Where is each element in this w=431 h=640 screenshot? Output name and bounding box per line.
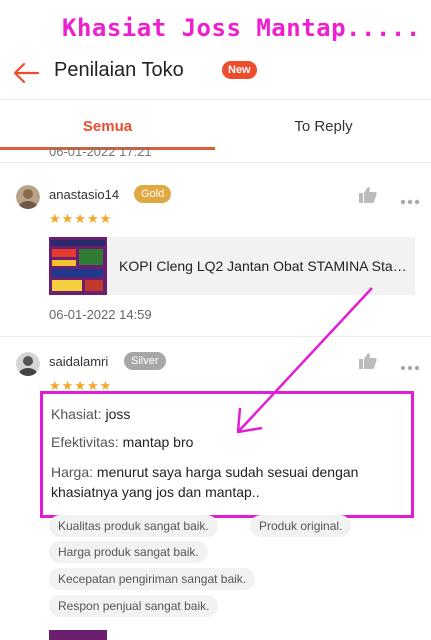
avatar-image: [16, 185, 40, 209]
avatar[interactable]: [16, 352, 40, 376]
more-dots-icon[interactable]: [400, 358, 420, 371]
arrow-left-icon: [13, 62, 40, 84]
more-dots-icon[interactable]: [400, 192, 420, 205]
product-card[interactable]: KOPI Cleng LQ2 Jantan Obat STAMINA Stami…: [49, 237, 415, 295]
review-tag: Kecepatan pengiriman sangat baik.: [49, 568, 256, 590]
field-value: mantap bro: [122, 434, 194, 450]
field-label: Harga:: [51, 464, 94, 480]
tier-badge: Gold: [134, 185, 172, 203]
avatar-image: [16, 352, 40, 376]
thumbs-up-icon[interactable]: [358, 185, 378, 205]
field-value: menurut saya harga sudah sesuai dengan k…: [51, 464, 359, 500]
banner-text: Khasiat Joss Mantap.....: [62, 14, 421, 42]
review-tag: Kualitas produk sangat baik.: [49, 515, 218, 537]
field-harga: Harga: menurut saya harga sudah sesuai d…: [51, 462, 407, 502]
back-button[interactable]: [10, 56, 44, 90]
review-tag: Respon penjual sangat baik.: [49, 595, 219, 617]
divider: [0, 162, 431, 163]
app-header: Penilaian Toko New: [0, 48, 431, 100]
tier-badge: Silver: [124, 352, 166, 370]
star-rating: ★★★★★: [49, 211, 113, 226]
new-badge: New: [222, 61, 257, 79]
username: anastasio14: [49, 187, 120, 202]
tab-to-reply[interactable]: To Reply: [216, 106, 431, 150]
review-date: 06-01-2022 14:59: [49, 307, 152, 322]
page-title: Penilaian Toko: [54, 59, 184, 81]
product-thumbnail: [49, 237, 107, 295]
annotation-banner: Khasiat Joss Mantap.....: [0, 0, 431, 50]
field-value: joss: [105, 406, 131, 422]
field-label: Efektivitas:: [51, 434, 119, 450]
review-tag: Harga produk sangat baik.: [49, 541, 208, 563]
previous-review-date: 06-01-2022 17:21: [49, 144, 152, 159]
thumbs-up-icon[interactable]: [358, 351, 378, 371]
username: saidalamri: [49, 354, 109, 369]
review-content-highlight: Khasiat: joss Efektivitas: mantap bro Ha…: [40, 391, 414, 518]
review-tag: Produk original.: [250, 515, 352, 537]
avatar[interactable]: [16, 185, 40, 209]
field-efektivitas: Efektivitas: mantap bro: [51, 434, 193, 450]
field-khasiat: Khasiat: joss: [51, 406, 130, 422]
divider: [0, 336, 431, 337]
product-thumbnail-partial: [49, 630, 107, 640]
product-name: KOPI Cleng LQ2 Jantan Obat STAMINA Stami…: [119, 258, 409, 274]
field-label: Khasiat:: [51, 406, 102, 422]
